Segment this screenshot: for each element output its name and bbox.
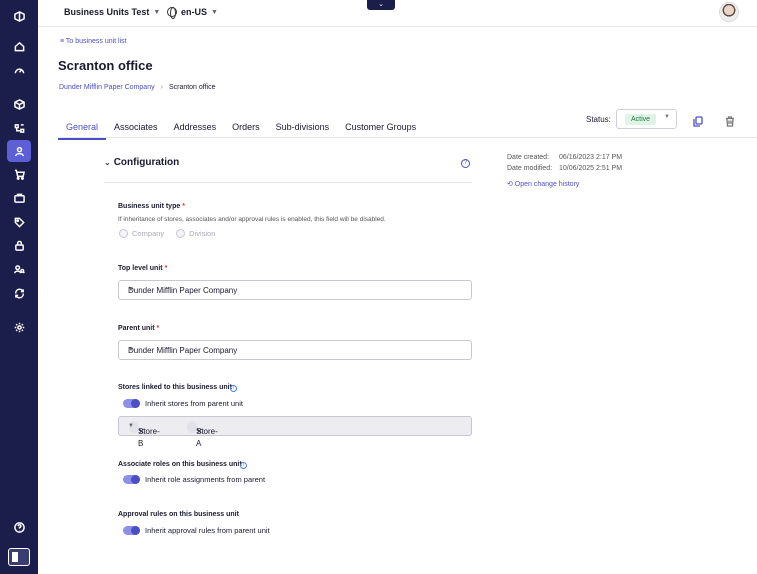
project-switcher[interactable]: Business Units Test ▼ — [64, 7, 160, 17]
panel-toggle-icon[interactable] — [8, 548, 30, 566]
chevron-down-icon: ▼ — [153, 8, 161, 16]
section-title: Configuration — [113, 157, 180, 168]
radio-label: Company — [132, 229, 165, 238]
media-icon[interactable] — [9, 188, 29, 208]
duplicate-icon[interactable] — [693, 114, 703, 127]
stores-multiselect[interactable]: Store-B ✕ Store-A ✕ ▼ — [118, 416, 472, 448]
project-name: Business Units Test — [64, 7, 150, 17]
lock-icon[interactable] — [9, 235, 29, 255]
date-created-value: 06/16/2023 2:17 PM — [559, 154, 623, 161]
radio-label: Division — [189, 229, 216, 238]
caret-down-icon: ▼ — [128, 423, 134, 429]
status-label: Status: — [586, 115, 611, 124]
home-icon[interactable] — [9, 36, 29, 56]
field-label-text: Top level unit — [118, 265, 163, 272]
top-level-unit-label: Top level unit * — [118, 265, 167, 272]
globe-icon — [167, 7, 177, 19]
page-title: Scranton office — [58, 58, 153, 73]
business-unit-type-label: Business unit type * — [118, 203, 185, 210]
radio-circle — [119, 229, 128, 238]
date-modified: Date modified: 10/06/2025 2:51 PM — [507, 165, 622, 172]
required-marker: * — [164, 265, 168, 272]
field-label-text: Business unit type — [118, 203, 181, 210]
parent-unit-label: Parent unit * — [118, 325, 159, 332]
radio-company[interactable]: Company — [119, 229, 164, 238]
logo-icon[interactable] — [9, 6, 29, 26]
tag-icon[interactable] — [9, 212, 29, 232]
locale-value: en-US — [181, 7, 208, 17]
open-change-history-link[interactable]: ⟲ Open change history — [507, 180, 579, 188]
business-unit-type-hint: If inheritance of stores, associates and… — [118, 216, 386, 223]
section-divider — [104, 182, 472, 183]
sidebar — [0, 0, 38, 574]
avatar[interactable] — [719, 2, 739, 22]
inherit-approval-toggle[interactable] — [123, 526, 140, 535]
top-level-unit-select[interactable]: Dunder Mifflin Paper Company ▼ — [118, 280, 472, 300]
box-icon[interactable] — [9, 94, 29, 114]
top-bar: Business Units Test ▼ en-US ▼ ⌄ — [38, 0, 757, 27]
radio-division[interactable]: Division — [176, 229, 215, 238]
breadcrumb-current: Scranton office — [168, 84, 216, 91]
stores-label: Stores linked to this business unit — [118, 384, 232, 391]
business-unit-type-radios: Company Division — [119, 229, 215, 238]
associate-roles-label: Associate roles on this business unit — [118, 461, 242, 468]
cart-icon[interactable] — [9, 164, 29, 184]
gauge-icon[interactable] — [9, 60, 29, 80]
date-modified-value: 10/06/2025 2:51 PM — [559, 165, 623, 172]
expand-header-tab[interactable]: ⌄ — [367, 0, 395, 10]
users-search-icon[interactable] — [9, 259, 29, 279]
parent-unit-select[interactable]: Dunder Mifflin Paper Company ▼ — [118, 340, 472, 360]
date-created: Date created: 06/16/2023 2:17 PM — [507, 154, 622, 161]
required-marker: * — [182, 203, 185, 210]
inherit-approval-label: Inherit approval rules from parent unit — [145, 526, 270, 535]
settings-icon[interactable] — [9, 317, 29, 337]
help-icon[interactable] — [9, 517, 29, 537]
required-marker: * — [156, 325, 160, 332]
help-icon[interactable]: ? — [461, 159, 470, 168]
inherit-roles-toggle[interactable] — [123, 475, 140, 484]
field-label-text: Parent unit — [118, 325, 155, 332]
user-icon[interactable] — [7, 140, 31, 162]
delete-icon[interactable] — [725, 114, 735, 127]
chevron-down-icon: ⌄ — [104, 158, 111, 167]
info-icon[interactable]: i — [230, 385, 237, 392]
back-to-list-link[interactable]: ≡ To business unit list — [60, 38, 127, 45]
caret-down-icon: ▼ — [128, 347, 134, 353]
inherit-stores-label: Inherit stores from parent unit — [145, 399, 243, 408]
inherit-roles-label: Inherit role assignments from parent — [145, 475, 266, 484]
breadcrumb-parent-link[interactable]: Dunder Mifflin Paper Company — [59, 84, 155, 91]
sync-icon[interactable] — [9, 283, 29, 303]
caret-down-icon: ▼ — [128, 287, 134, 293]
breadcrumb: Dunder Mifflin Paper Company › Scranton … — [59, 84, 216, 91]
hierarchy-icon[interactable] — [9, 118, 29, 138]
info-icon[interactable]: i — [240, 462, 247, 469]
chevron-down-icon: ▼ — [664, 114, 670, 120]
inherit-stores-toggle[interactable] — [123, 399, 140, 408]
chevron-down-icon: ▼ — [211, 8, 218, 16]
breadcrumb-separator: › — [160, 84, 163, 91]
status-select[interactable]: Active ▼ — [616, 109, 677, 129]
radio-circle — [176, 229, 186, 238]
status-badge: Active — [625, 114, 657, 125]
approval-rules-label: Approval rules on this business unit — [118, 511, 239, 518]
locale-switcher[interactable]: en-US ▼ — [167, 7, 218, 19]
configuration-section-toggle[interactable]: ⌄ Configuration — [104, 157, 179, 168]
tabs-divider — [58, 137, 757, 138]
date-created-label: Date created: — [507, 154, 550, 161]
date-modified-label: Date modified: — [507, 165, 553, 172]
